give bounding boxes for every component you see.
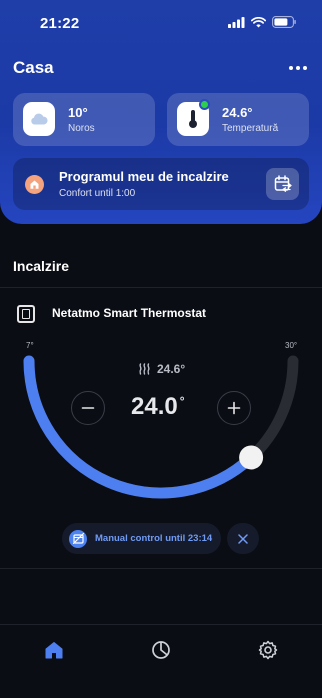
dial-track [23, 355, 299, 499]
current-temperature: 24.6° [138, 362, 185, 376]
manual-control-text: Manual control until 23:14 [95, 533, 213, 544]
status-bar: 21:22 [0, 0, 322, 46]
target-temperature-unit: ° [179, 394, 185, 408]
status-time: 21:22 [40, 15, 80, 32]
device-row[interactable]: Netatmo Smart Thermostat [0, 296, 322, 332]
plus-icon [227, 401, 241, 415]
target-temperature: 24.0 ° [131, 393, 185, 421]
tab-statistics[interactable] [149, 638, 173, 662]
more-dot-icon [303, 66, 307, 70]
indoor-temperature-value: 24.6° [222, 105, 253, 120]
heating-schedule-card[interactable]: Programul meu de incalzire Confort until… [13, 158, 309, 210]
manual-control-pill[interactable]: Manual control until 23:14 [62, 523, 221, 554]
divider [0, 287, 322, 288]
cloud-icon [23, 102, 55, 136]
weather-tile[interactable]: 10° Noros [13, 93, 155, 146]
cancel-manual-button[interactable] [227, 523, 259, 554]
current-temperature-value: 24.6° [157, 362, 186, 376]
gear-icon [258, 640, 278, 660]
indoor-temperature-tile[interactable]: 24.6° Temperatură [167, 93, 309, 146]
tab-settings[interactable] [256, 638, 280, 662]
minus-icon [81, 407, 95, 409]
home-icon [45, 642, 63, 659]
tab-bar [0, 624, 322, 698]
target-temperature-value: 24.0 [131, 393, 178, 420]
battery-icon [272, 16, 296, 28]
home-title: Casa [13, 58, 54, 77]
change-schedule-button[interactable] [266, 168, 299, 200]
tab-home[interactable] [42, 638, 66, 662]
heating-waves-icon [139, 363, 150, 375]
schedule-title: Programul meu de incalzire [59, 169, 229, 184]
more-dot-icon [289, 66, 293, 70]
pie-chart-icon [152, 641, 170, 659]
wifi-icon [251, 16, 266, 27]
device-name: Netatmo Smart Thermostat [52, 306, 207, 320]
temperature-label: Temperatură [222, 123, 279, 134]
calendar-off-icon [69, 529, 87, 548]
status-icons [228, 16, 296, 28]
signal-icon [228, 16, 245, 28]
more-dot-icon [296, 66, 300, 70]
thermostat-icon [17, 305, 35, 323]
more-options-button[interactable] [286, 58, 310, 78]
close-icon [238, 533, 248, 544]
increase-temperature-button[interactable] [217, 391, 251, 425]
weather-label: Noros [68, 123, 95, 134]
section-title: Incalzire [13, 258, 70, 274]
decrease-temperature-button[interactable] [71, 391, 105, 425]
home-icon [25, 175, 44, 194]
calendar-swap-icon [274, 175, 292, 192]
online-status-dot [199, 99, 210, 110]
dial-handle[interactable] [239, 445, 264, 470]
schedule-subtitle: Confort until 1:00 [59, 188, 136, 199]
outdoor-temperature-value: 10° [68, 105, 88, 120]
dial-progress [23, 355, 257, 499]
divider [0, 568, 322, 569]
